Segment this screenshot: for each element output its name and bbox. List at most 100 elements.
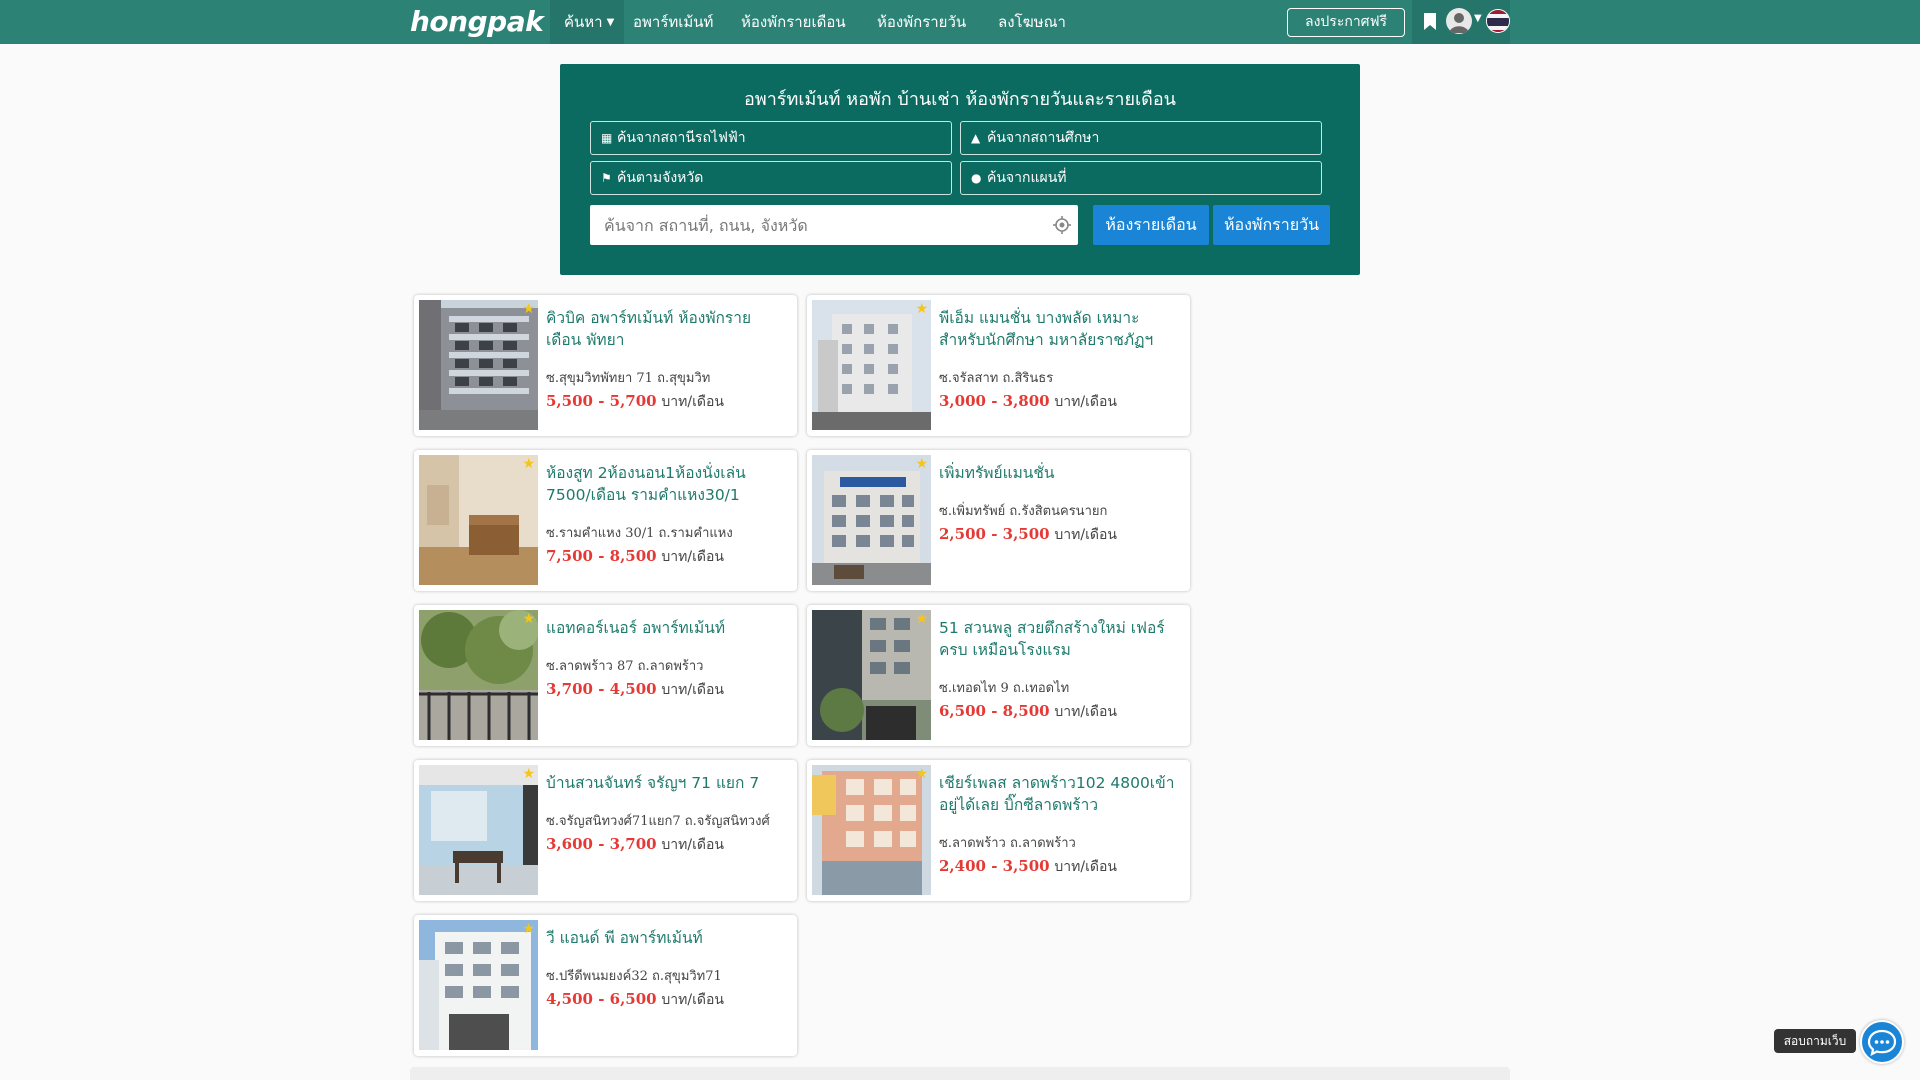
nav-link-apartment[interactable]: อพาร์ทเม้นท์	[633, 0, 713, 44]
search-by-map-label: ค้นจากแผนที่	[987, 170, 1067, 186]
star-icon: ★	[915, 301, 928, 317]
listing-card[interactable]: ★ แอทคอร์เนอร์ อพาร์ทเม้นท์ ซ.ลาดพร้าว 8…	[414, 605, 797, 746]
nav-link-advertise[interactable]: ลงโฆษณา	[998, 0, 1066, 44]
monthly-rooms-button[interactable]: ห้องรายเดือน	[1093, 205, 1209, 245]
listing-price-unit: บาท/เดือน	[1054, 527, 1117, 543]
site-logo[interactable]: hongpak	[410, 5, 544, 38]
listing-price-unit: บาท/เดือน	[661, 394, 724, 410]
listing-price-unit: บาท/เดือน	[1054, 394, 1117, 410]
search-by-map-button[interactable]: ● ค้นจากแผนที่	[960, 161, 1322, 195]
listing-address: ซ.ปรีดีพนมยงค์32 ถ.สุขุมวิท71	[546, 969, 722, 984]
avatar[interactable]	[1446, 8, 1472, 34]
listing-price-unit: บาท/เดือน	[1054, 704, 1117, 720]
listing-photo[interactable]: ★	[419, 765, 538, 895]
search-by-province-label: ค้นตามจังหวัด	[617, 170, 704, 186]
listing-address: ซ.ลาดพร้าว ถ.ลาดพร้าว	[939, 836, 1076, 851]
top-navbar: hongpak ค้นหา ▼ อพาร์ทเม้นท์ ห้องพักรายเด…	[0, 0, 1920, 44]
listing-price-unit: บาท/เดือน	[661, 682, 724, 698]
listing-price: 5,500 - 5,700 บาท/เดือน	[546, 391, 724, 413]
star-icon: ★	[915, 456, 928, 472]
chat-button[interactable]	[1860, 1020, 1904, 1064]
listing-price: 3,000 - 3,800 บาท/เดือน	[939, 391, 1117, 413]
listing-title[interactable]: ห้องสูท 2ห้องนอน1ห้องนั่งเล่น 7500/เดือน…	[546, 462, 786, 506]
listing-price: 7,500 - 8,500 บาท/เดือน	[546, 546, 724, 568]
listing-price: 4,500 - 6,500 บาท/เดือน	[546, 989, 724, 1011]
nav-search-dropdown[interactable]: ค้นหา ▼	[550, 0, 624, 44]
listing-address: ซ.รามคำแหง 30/1 ถ.รามคำแหง	[546, 526, 733, 541]
star-icon: ★	[522, 301, 535, 317]
listing-price-value: 2,500 - 3,500	[939, 525, 1050, 543]
chevron-down-icon[interactable]: ▼	[1474, 13, 1482, 24]
listing-title[interactable]: วี แอนด์ พี อพาร์ทเม้นท์	[546, 927, 786, 949]
listing-card[interactable]: ★ บ้านสวนจันทร์ จรัญฯ 71 แยก 7 ซ.จรัญสนิ…	[414, 760, 797, 901]
listing-price-value: 3,700 - 4,500	[546, 680, 657, 698]
listing-price-value: 2,400 - 3,500	[939, 857, 1050, 875]
listing-price-value: 7,500 - 8,500	[546, 547, 657, 565]
star-icon: ★	[522, 921, 535, 937]
listing-card[interactable]: ★ คิวบิค อพาร์ทเม้นท์ ห้องพักรายเดือน พั…	[414, 295, 797, 436]
search-by-station-button[interactable]: ▦ ค้นจากสถานีรถไฟฟ้า	[590, 121, 952, 155]
locate-icon[interactable]	[1052, 215, 1072, 235]
listing-photo[interactable]: ★	[419, 610, 538, 740]
listing-price-unit: บาท/เดือน	[1054, 859, 1117, 875]
search-panel-title: อพาร์ทเม้นท์ หอพัก บ้านเช่า ห้องพักรายวั…	[744, 89, 1176, 110]
graduation-cap-icon: ▲	[971, 131, 981, 145]
listing-price-unit: บาท/เดือน	[661, 837, 724, 853]
listing-card[interactable]: ★ เชียร์เพลส ลาดพร้าว102 4800เข้าอยู่ได้…	[807, 760, 1190, 901]
listing-price: 3,600 - 3,700 บาท/เดือน	[546, 834, 724, 856]
listing-photo[interactable]: ★	[812, 610, 931, 740]
listing-price-value: 3,000 - 3,800	[939, 392, 1050, 410]
post-free-button[interactable]: ลงประกาศฟรี	[1287, 8, 1405, 37]
listing-address: ซ.จรัลสาท ถ.สิรินธร	[939, 371, 1054, 386]
listing-card[interactable]: ★ ห้องสูท 2ห้องนอน1ห้องนั่งเล่น 7500/เดื…	[414, 450, 797, 591]
listing-title[interactable]: คิวบิค อพาร์ทเม้นท์ ห้องพักรายเดือน พัทย…	[546, 307, 786, 351]
listing-title[interactable]: บ้านสวนจันทร์ จรัญฯ 71 แยก 7	[546, 772, 786, 794]
bookmark-icon[interactable]	[1423, 12, 1437, 31]
listing-card[interactable]: ★ เพิ่มทรัพย์แมนชั่น ซ.เพิ่มทรัพย์ ถ.รัง…	[807, 450, 1190, 591]
map-pin-icon: ●	[971, 171, 982, 185]
star-icon: ★	[522, 456, 535, 472]
listing-title[interactable]: 51 สวนพลู สวยตึกสร้างใหม่ เฟอร์ครบ เหมือ…	[939, 617, 1179, 661]
listing-photo[interactable]: ★	[812, 455, 931, 585]
search-by-station-label: ค้นจากสถานีรถไฟฟ้า	[617, 130, 746, 146]
search-by-province-button[interactable]: ⚑ ค้นตามจังหวัด	[590, 161, 952, 195]
thai-flag-icon[interactable]	[1486, 9, 1510, 33]
listing-address: ซ.เทอดไท 9 ถ.เทอดไท	[939, 681, 1070, 696]
listing-card[interactable]: ★ 51 สวนพลู สวยตึกสร้างใหม่ เฟอร์ครบ เหม…	[807, 605, 1190, 746]
listing-price: 6,500 - 8,500 บาท/เดือน	[939, 701, 1117, 723]
listing-price-unit: บาท/เดือน	[661, 992, 724, 1008]
search-by-school-button[interactable]: ▲ ค้นจากสถานศึกษา	[960, 121, 1322, 155]
chevron-down-icon: ▼	[606, 16, 615, 28]
footer-section	[410, 1067, 1510, 1080]
nav-link-daily[interactable]: ห้องพักรายวัน	[877, 0, 966, 44]
daily-rooms-button[interactable]: ห้องพักรายวัน	[1213, 205, 1330, 245]
nav-link-monthly[interactable]: ห้องพักรายเดือน	[741, 0, 846, 44]
listing-price-value: 4,500 - 6,500	[546, 990, 657, 1008]
listing-title[interactable]: แอทคอร์เนอร์ อพาร์ทเม้นท์	[546, 617, 786, 639]
listing-address: ซ.ลาดพร้าว 87 ถ.ลาดพร้าว	[546, 659, 704, 674]
listing-address: ซ.จรัญสนิทวงศ์71แยก7 ถ.จรัญสนิทวงศ์	[546, 814, 770, 829]
listing-title[interactable]: พีเอ็ม แมนชั่น บางพลัด เหมาะสำหรับนักศึก…	[939, 307, 1179, 351]
listing-photo[interactable]: ★	[812, 300, 931, 430]
star-icon: ★	[522, 611, 535, 627]
chat-bubble-icon	[1867, 1029, 1897, 1057]
listing-price: 2,500 - 3,500 บาท/เดือน	[939, 524, 1117, 546]
listing-photo[interactable]: ★	[419, 920, 538, 1050]
train-icon: ▦	[601, 131, 613, 145]
listing-price-value: 5,500 - 5,700	[546, 392, 657, 410]
star-icon: ★	[522, 766, 535, 782]
listing-card[interactable]: ★ พีเอ็ม แมนชั่น บางพลัด เหมาะสำหรับนักศ…	[807, 295, 1190, 436]
star-icon: ★	[915, 611, 928, 627]
listing-photo[interactable]: ★	[419, 455, 538, 585]
listing-title[interactable]: เพิ่มทรัพย์แมนชั่น	[939, 462, 1179, 484]
listing-card[interactable]: ★ วี แอนด์ พี อพาร์ทเม้นท์ ซ.ปรีดีพนมยงค…	[414, 915, 797, 1056]
listing-price-value: 6,500 - 8,500	[939, 702, 1050, 720]
listing-price: 3,700 - 4,500 บาท/เดือน	[546, 679, 724, 701]
listing-address: ซ.สุขุมวิทพัทยา 71 ถ.สุขุมวิท	[546, 371, 711, 386]
listing-title[interactable]: เชียร์เพลส ลาดพร้าว102 4800เข้าอยู่ได้เล…	[939, 772, 1179, 816]
listing-price-unit: บาท/เดือน	[661, 549, 724, 565]
listing-photo[interactable]: ★	[812, 765, 931, 895]
listing-photo[interactable]: ★	[419, 300, 538, 430]
location-search-input[interactable]	[590, 205, 1078, 245]
listing-address: ซ.เพิ่มทรัพย์ ถ.รังสิตนครนายก	[939, 504, 1108, 519]
